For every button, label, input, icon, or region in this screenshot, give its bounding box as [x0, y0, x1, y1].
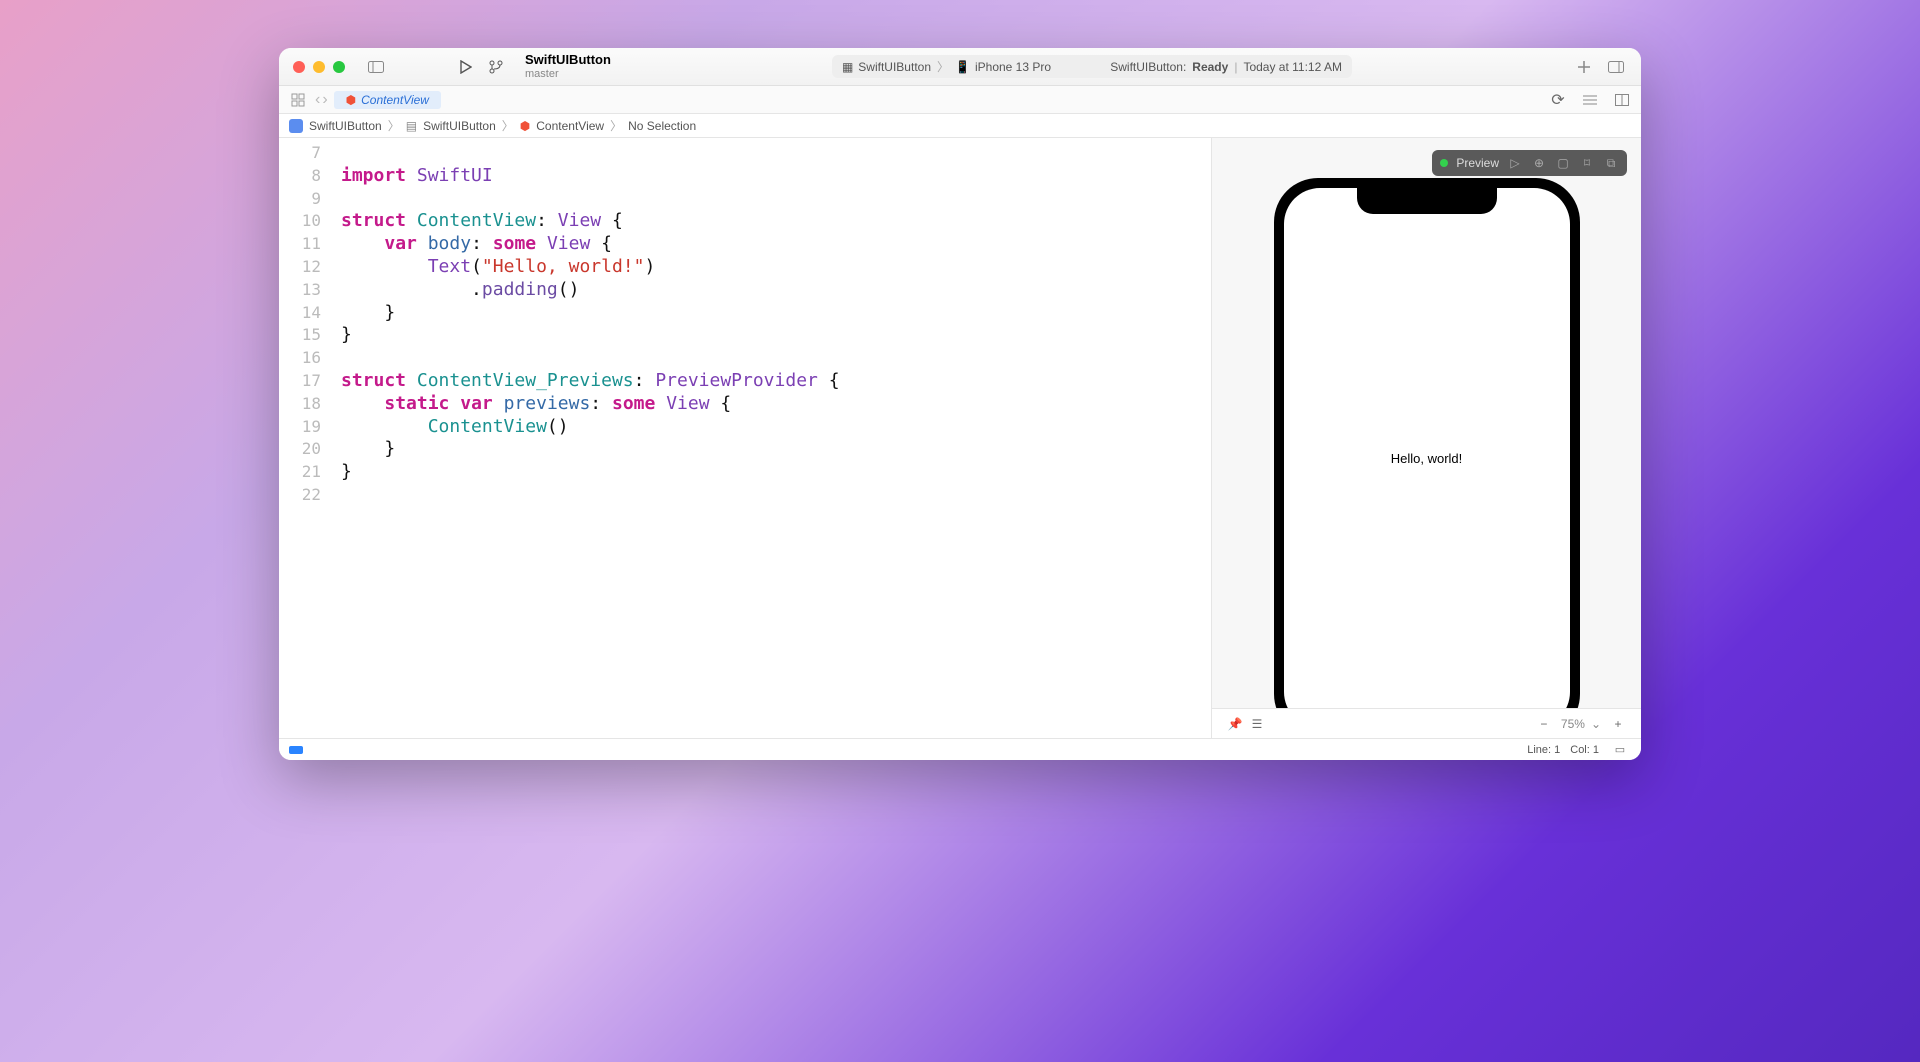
- preview-device-frame: Hello, world!: [1274, 178, 1580, 738]
- pin-icon[interactable]: 📌: [1224, 713, 1246, 735]
- line-gutter: 78910111213141516171819202122: [279, 138, 331, 738]
- close-window-button[interactable]: [293, 61, 305, 73]
- project-name: SwiftUIButton: [525, 53, 611, 67]
- project-title: SwiftUIButton master: [525, 53, 611, 79]
- preview-settings-icon[interactable]: ⊕: [1531, 156, 1547, 170]
- device-notch: [1357, 188, 1497, 214]
- scheme-icon: ▦: [842, 60, 853, 74]
- preview-pane: Preview ▷ ⊕ ▢ ⌑ ⧉ Hello, world! 📌 ☰ − 75…: [1211, 138, 1641, 738]
- zoom-window-button[interactable]: [333, 61, 345, 73]
- folder-icon: ▤: [406, 119, 417, 133]
- toggle-right-panel-button[interactable]: [1605, 56, 1627, 78]
- preview-status-dot: [1440, 159, 1448, 167]
- branch-button[interactable]: [485, 56, 507, 78]
- crumb-0[interactable]: SwiftUIButton: [309, 119, 382, 133]
- code-content[interactable]: import SwiftUI struct ContentView: View …: [331, 138, 1211, 738]
- activity-viewer[interactable]: ▦ SwiftUIButton 〉 📱 iPhone 13 Pro SwiftU…: [832, 55, 1352, 78]
- breadcrumb: SwiftUIButton 〉 ▤ SwiftUIButton 〉 ⬢ Cont…: [279, 114, 1641, 138]
- preview-label: Preview: [1456, 156, 1499, 170]
- status-indicator: [289, 746, 303, 754]
- adjust-editor-button[interactable]: [1579, 89, 1601, 111]
- device-name: iPhone 13 Pro: [975, 60, 1051, 74]
- code-editor[interactable]: 78910111213141516171819202122 import Swi…: [279, 138, 1211, 738]
- zoom-level[interactable]: 75%: [1561, 717, 1585, 731]
- preview-bottom-bar: 📌 ☰ − 75% ⌄ +: [1212, 708, 1641, 738]
- tab-label: ContentView: [361, 93, 429, 107]
- refresh-icon[interactable]: ⟳: [1547, 89, 1569, 111]
- cursor-col: Col: 1: [1570, 744, 1599, 756]
- titlebar: SwiftUIButton master ▦ SwiftUIButton 〉 📱…: [279, 48, 1641, 86]
- branch-name: master: [525, 68, 611, 80]
- preview-display-icon[interactable]: ⌑: [1579, 156, 1595, 170]
- minimap-toggle-icon[interactable]: ▭: [1609, 739, 1631, 761]
- scheme-name: SwiftUIButton: [858, 60, 931, 74]
- nav-arrows: ‹ ›: [315, 91, 328, 109]
- nav-forward-button[interactable]: ›: [322, 91, 327, 109]
- tab-bar: ‹ › ⬢ ContentView ⟳: [279, 86, 1641, 114]
- status-time: Today at 11:12 AM: [1243, 60, 1342, 74]
- crumb-1[interactable]: SwiftUIButton: [423, 119, 496, 133]
- minimize-window-button[interactable]: [313, 61, 325, 73]
- add-editor-button[interactable]: [1611, 89, 1633, 111]
- status-project: SwiftUIButton:: [1110, 60, 1186, 74]
- preview-device-icon[interactable]: ▢: [1555, 156, 1571, 170]
- device-icon: 📱: [955, 60, 970, 74]
- window-controls: [293, 61, 345, 73]
- zoom-out-icon[interactable]: −: [1533, 713, 1555, 735]
- status-bar: Line: 1 Col: 1 ▭: [279, 738, 1641, 760]
- project-icon: [289, 119, 303, 133]
- preview-play-icon[interactable]: ▷: [1507, 156, 1523, 170]
- chevron-down-icon[interactable]: ⌄: [1591, 717, 1601, 731]
- nav-back-button[interactable]: ‹: [315, 91, 320, 109]
- tab-contentview[interactable]: ⬢ ContentView: [334, 91, 441, 109]
- library-button[interactable]: [1573, 56, 1595, 78]
- swift-file-icon: ⬢: [520, 119, 530, 133]
- preview-duplicate-icon[interactable]: ⧉: [1603, 156, 1619, 171]
- preview-toolbar: Preview ▷ ⊕ ▢ ⌑ ⧉: [1432, 150, 1627, 176]
- main-area: 78910111213141516171819202122 import Swi…: [279, 138, 1641, 738]
- list-icon[interactable]: ☰: [1246, 713, 1268, 735]
- run-button[interactable]: [455, 56, 477, 78]
- toggle-left-panel-button[interactable]: [365, 56, 387, 78]
- crumb-2[interactable]: ContentView: [536, 119, 604, 133]
- cursor-line: Line: 1: [1527, 744, 1560, 756]
- xcode-window: SwiftUIButton master ▦ SwiftUIButton 〉 📱…: [279, 48, 1641, 760]
- status-state: Ready: [1192, 60, 1228, 74]
- related-items-button[interactable]: [287, 89, 309, 111]
- swift-file-icon: ⬢: [346, 93, 356, 107]
- preview-text: Hello, world!: [1391, 451, 1463, 466]
- preview-screen: Hello, world!: [1284, 188, 1570, 728]
- crumb-3[interactable]: No Selection: [628, 119, 696, 133]
- zoom-in-icon[interactable]: +: [1607, 713, 1629, 735]
